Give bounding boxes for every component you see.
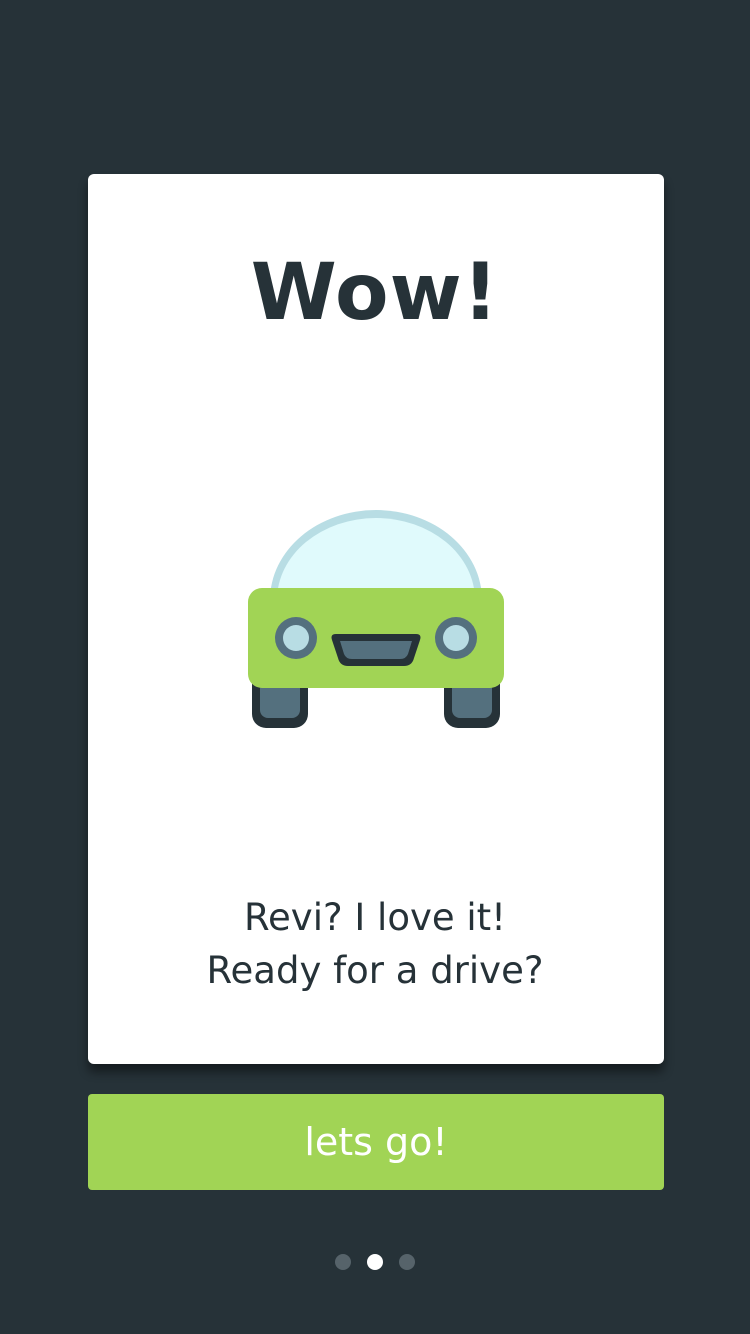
page-dot-3[interactable] bbox=[399, 1254, 415, 1270]
card-title: Wow! bbox=[250, 248, 500, 338]
page-dot-2-active[interactable] bbox=[367, 1254, 383, 1270]
lets-go-button[interactable]: lets go! bbox=[88, 1094, 664, 1190]
page-indicator bbox=[0, 1254, 750, 1270]
card-message-line-2: Ready for a drive? bbox=[206, 949, 544, 992]
car-front-icon bbox=[248, 510, 504, 728]
card-message-line-1: Revi? I love it! bbox=[243, 896, 507, 939]
page-dot-1[interactable] bbox=[335, 1254, 351, 1270]
